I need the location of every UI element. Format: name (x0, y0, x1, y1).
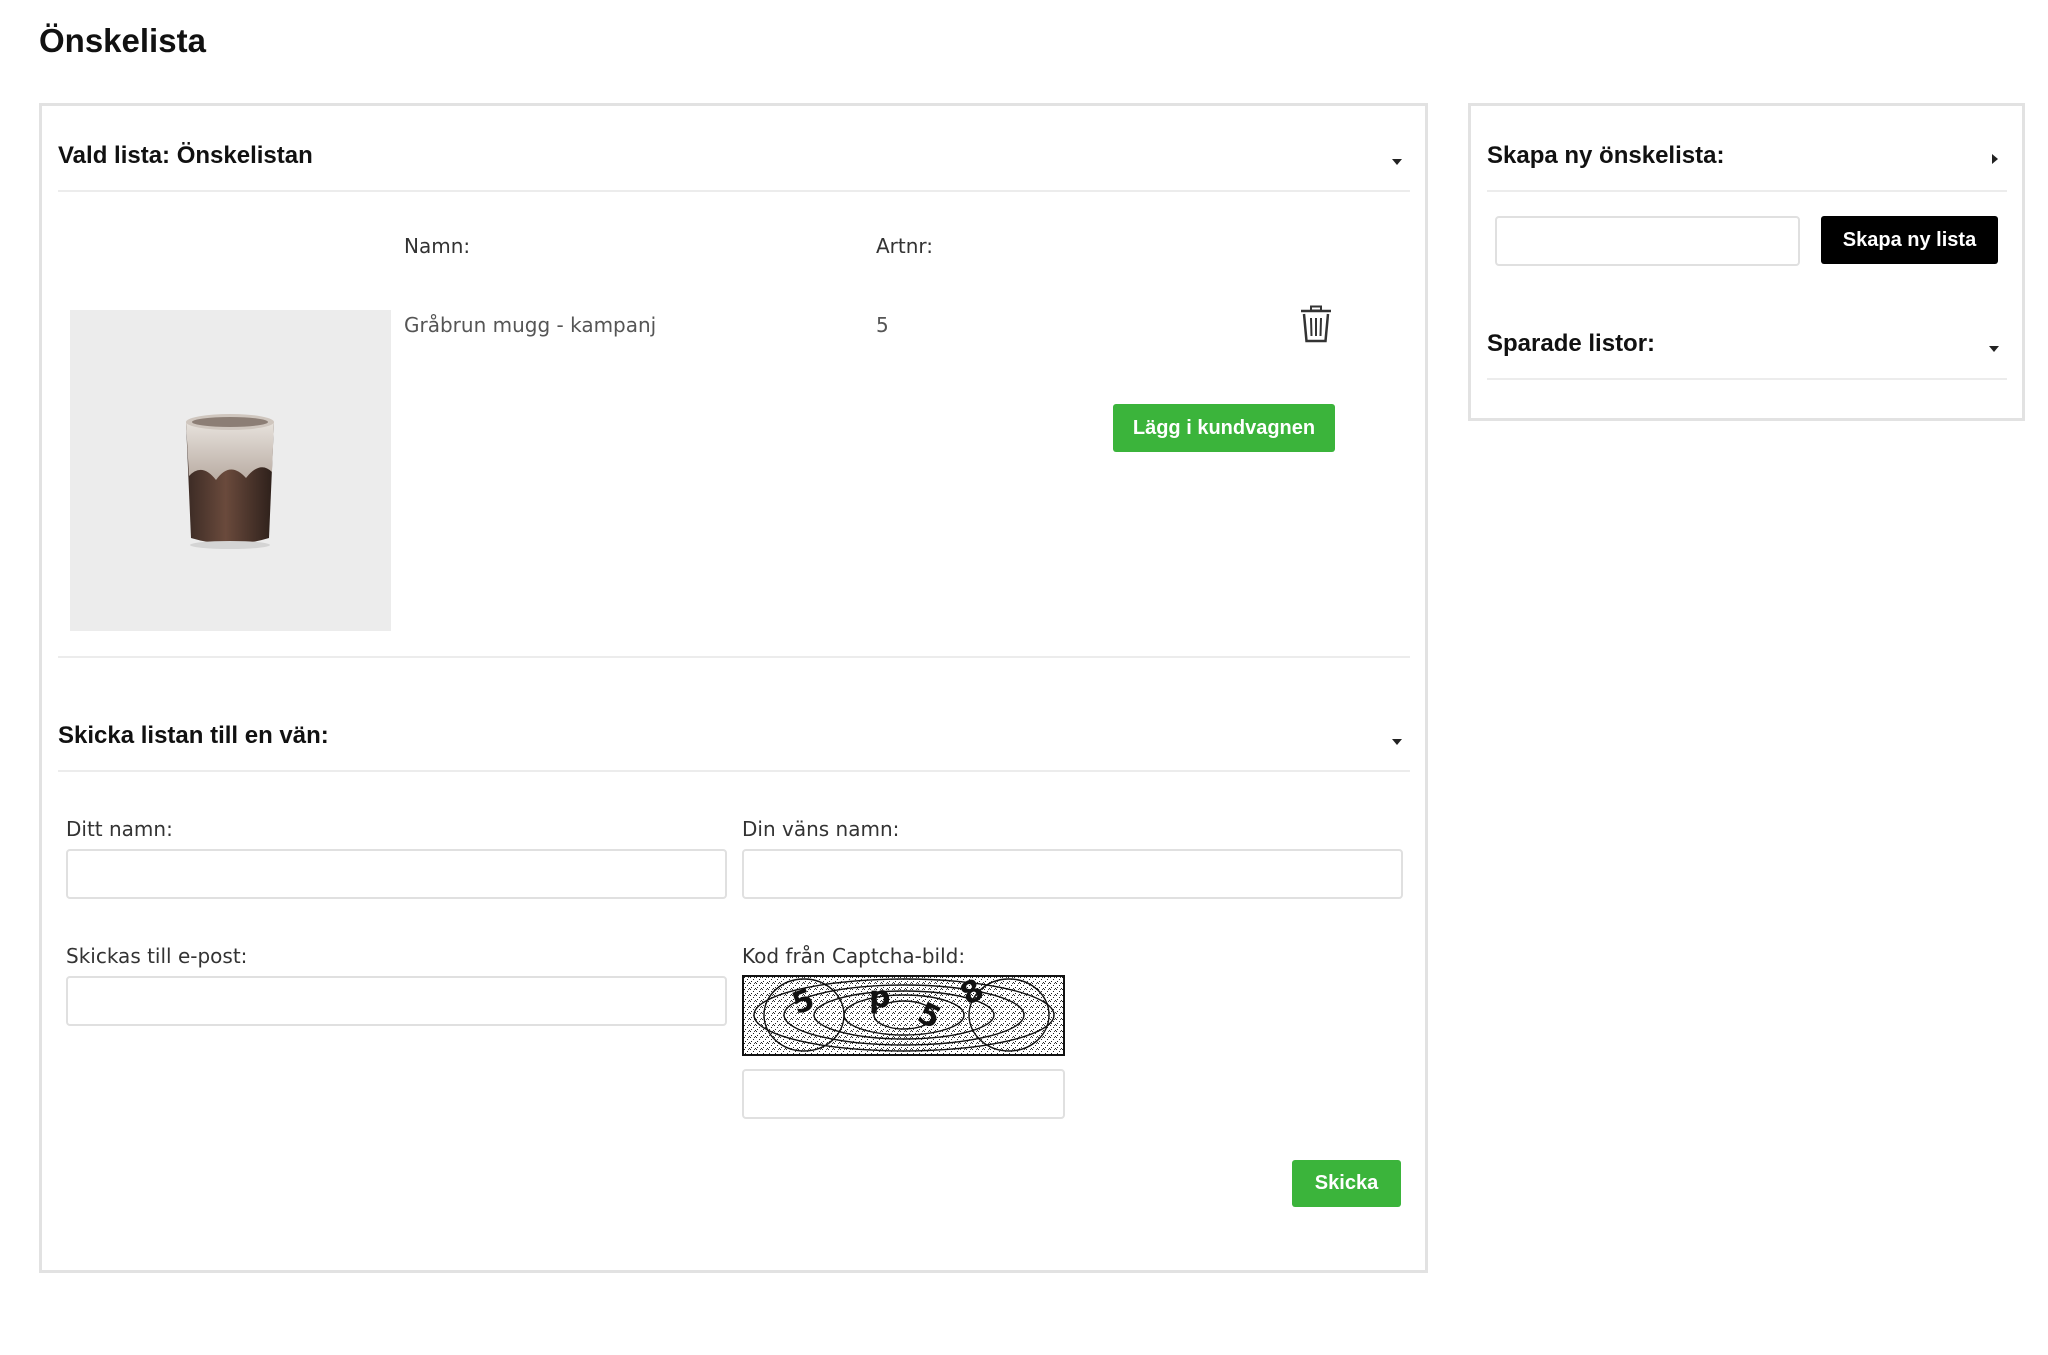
chevron-down-icon[interactable] (1989, 346, 1999, 352)
item-artnr: 5 (876, 313, 889, 337)
column-header-name: Namn: (404, 234, 471, 258)
column-header-artnr: Artnr: (876, 234, 934, 258)
mug-image (186, 414, 274, 549)
new-list-name-input[interactable] (1495, 216, 1800, 266)
captcha-image: 5 p 5 8 (742, 975, 1065, 1056)
chevron-down-icon[interactable] (1392, 739, 1402, 745)
item-name[interactable]: Gråbrun mugg - kampanj (404, 313, 656, 337)
add-to-cart-button[interactable]: Lägg i kundvagnen (1113, 404, 1335, 452)
divider (58, 656, 1410, 658)
captcha-label: Kod från Captcha-bild: (742, 944, 966, 968)
wishlist-panel: Vald lista: Önskelistan Namn: Artnr: Grå… (39, 103, 1428, 1273)
your-name-label: Ditt namn: (66, 817, 173, 841)
divider (1487, 190, 2007, 192)
divider (1487, 378, 2007, 380)
create-list-panel: Skapa ny önskelista: Skapa ny lista Spar… (1468, 103, 2025, 421)
chevron-right-icon[interactable] (1992, 154, 1998, 164)
email-input[interactable] (66, 976, 727, 1026)
send-button[interactable]: Skicka (1292, 1160, 1401, 1207)
email-label: Skickas till e-post: (66, 944, 248, 968)
divider (58, 770, 1410, 772)
svg-text:p: p (869, 980, 890, 1015)
create-list-button[interactable]: Skapa ny lista (1821, 216, 1998, 264)
chevron-down-icon[interactable] (1392, 159, 1402, 165)
create-list-heading[interactable]: Skapa ny önskelista: (1487, 142, 1724, 170)
friend-name-input[interactable] (742, 849, 1403, 899)
selected-list-heading[interactable]: Vald lista: Önskelistan (58, 142, 313, 170)
divider (58, 190, 1410, 192)
saved-lists-heading[interactable]: Sparade listor: (1487, 330, 1655, 358)
trash-icon[interactable] (1299, 305, 1333, 343)
your-name-input[interactable] (66, 849, 727, 899)
share-list-heading[interactable]: Skicka listan till en vän: (58, 722, 329, 750)
page-title: Önskelista (39, 22, 206, 59)
product-image[interactable] (70, 310, 391, 631)
friend-name-label: Din väns namn: (742, 817, 900, 841)
captcha-input[interactable] (742, 1069, 1065, 1119)
